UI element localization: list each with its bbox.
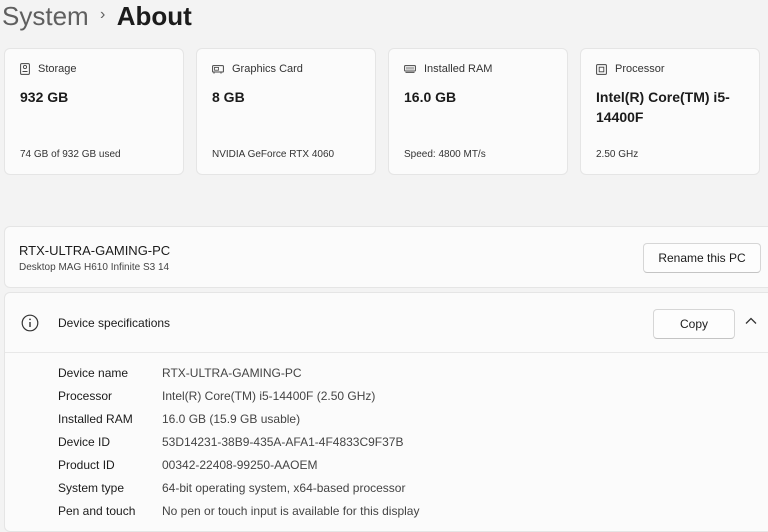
spec-label: Pen and touch (58, 503, 136, 518)
device-specifications-header[interactable]: Device specifications Copy (5, 293, 768, 353)
storage-card-value: 932 GB (20, 89, 69, 105)
spec-label: Device name (58, 365, 129, 380)
processor-card[interactable]: Processor Intel(R) Core(TM) i5-14400F 2.… (580, 48, 760, 175)
spec-value: 16.0 GB (15.9 GB usable) (162, 411, 301, 426)
spec-row-device-name: Device name RTX-ULTRA-GAMING-PC (58, 361, 419, 384)
spec-row-processor: Processor Intel(R) Core(TM) i5-14400F (2… (58, 384, 419, 407)
processor-icon (596, 63, 607, 75)
spec-label: System type (58, 480, 125, 495)
processor-value: Intel(R) Core(TM) i5-14400F (596, 89, 730, 125)
copy-button[interactable]: Copy (653, 309, 735, 339)
graphics-card-title: Graphics Card (232, 63, 303, 75)
spec-label: Device ID (58, 434, 111, 449)
storage-card-title: Storage (38, 63, 77, 75)
graphics-card-value: 8 GB (212, 89, 245, 105)
spec-row-device-id: Device ID 53D14231-38B9-435A-AFA1-4F4833… (58, 430, 419, 453)
spec-row-pen-and-touch: Pen and touch No pen or touch input is a… (58, 499, 419, 522)
breadcrumb-system-link[interactable]: System (2, 1, 89, 32)
spec-value: Intel(R) Core(TM) i5-14400F (2.50 GHz) (162, 388, 376, 403)
rename-pc-button[interactable]: Rename this PC (643, 243, 761, 273)
page-title: About (116, 0, 192, 31)
installed-ram-detail: Speed: 4800 MT/s (404, 149, 486, 160)
spec-row-system-type: System type 64-bit operating system, x64… (58, 476, 419, 499)
storage-card[interactable]: Storage 932 GB 74 GB of 932 GB used (4, 48, 184, 175)
device-specifications-panel: Device specifications Copy Device name R… (4, 292, 768, 532)
installed-ram-value: 16.0 GB (404, 89, 457, 105)
pc-name: RTX-ULTRA-GAMING-PC (19, 243, 171, 258)
graphics-card-detail: NVIDIA GeForce RTX 4060 (212, 149, 335, 160)
spec-row-installed-ram: Installed RAM 16.0 GB (15.9 GB usable) (58, 407, 419, 430)
breadcrumb: System › About (2, 0, 192, 32)
spec-value: 53D14231-38B9-435A-AFA1-4F4833C9F37B (162, 434, 404, 449)
installed-ram-card[interactable]: Installed RAM 16.0 GB Speed: 4800 MT/s (388, 48, 568, 175)
graphics-card-card[interactable]: Graphics Card 8 GB NVIDIA GeForce RTX 40… (196, 48, 376, 175)
chevron-up-icon[interactable] (745, 317, 757, 325)
spec-value: 00342-22408-99250-AAOEM (162, 457, 318, 472)
storage-icon (20, 63, 30, 75)
spec-row-product-id: Product ID 00342-22408-99250-AAOEM (58, 453, 419, 476)
spec-label: Processor (58, 388, 113, 403)
device-specifications-title: Device specifications (58, 316, 171, 330)
installed-ram-title: Installed RAM (424, 63, 493, 75)
spec-value: 64-bit operating system, x64-based proce… (162, 480, 406, 495)
breadcrumb-separator: › (100, 6, 106, 23)
info-icon (21, 314, 39, 332)
spec-rows: Device name RTX-ULTRA-GAMING-PC Processo… (58, 361, 419, 522)
spec-label: Installed RAM (58, 411, 133, 426)
processor-detail: 2.50 GHz (596, 149, 639, 160)
pc-model: Desktop MAG H610 Infinite S3 14 (19, 262, 170, 273)
spec-value: No pen or touch input is available for t… (162, 503, 420, 518)
ram-icon (404, 65, 416, 73)
processor-title: Processor (615, 63, 665, 75)
spec-label: Product ID (58, 457, 115, 472)
spec-value: RTX-ULTRA-GAMING-PC (162, 365, 302, 380)
graphics-card-icon (212, 65, 224, 74)
pc-name-panel: RTX-ULTRA-GAMING-PC Desktop MAG H610 Inf… (4, 226, 768, 288)
storage-card-detail: 74 GB of 932 GB used (20, 149, 121, 160)
